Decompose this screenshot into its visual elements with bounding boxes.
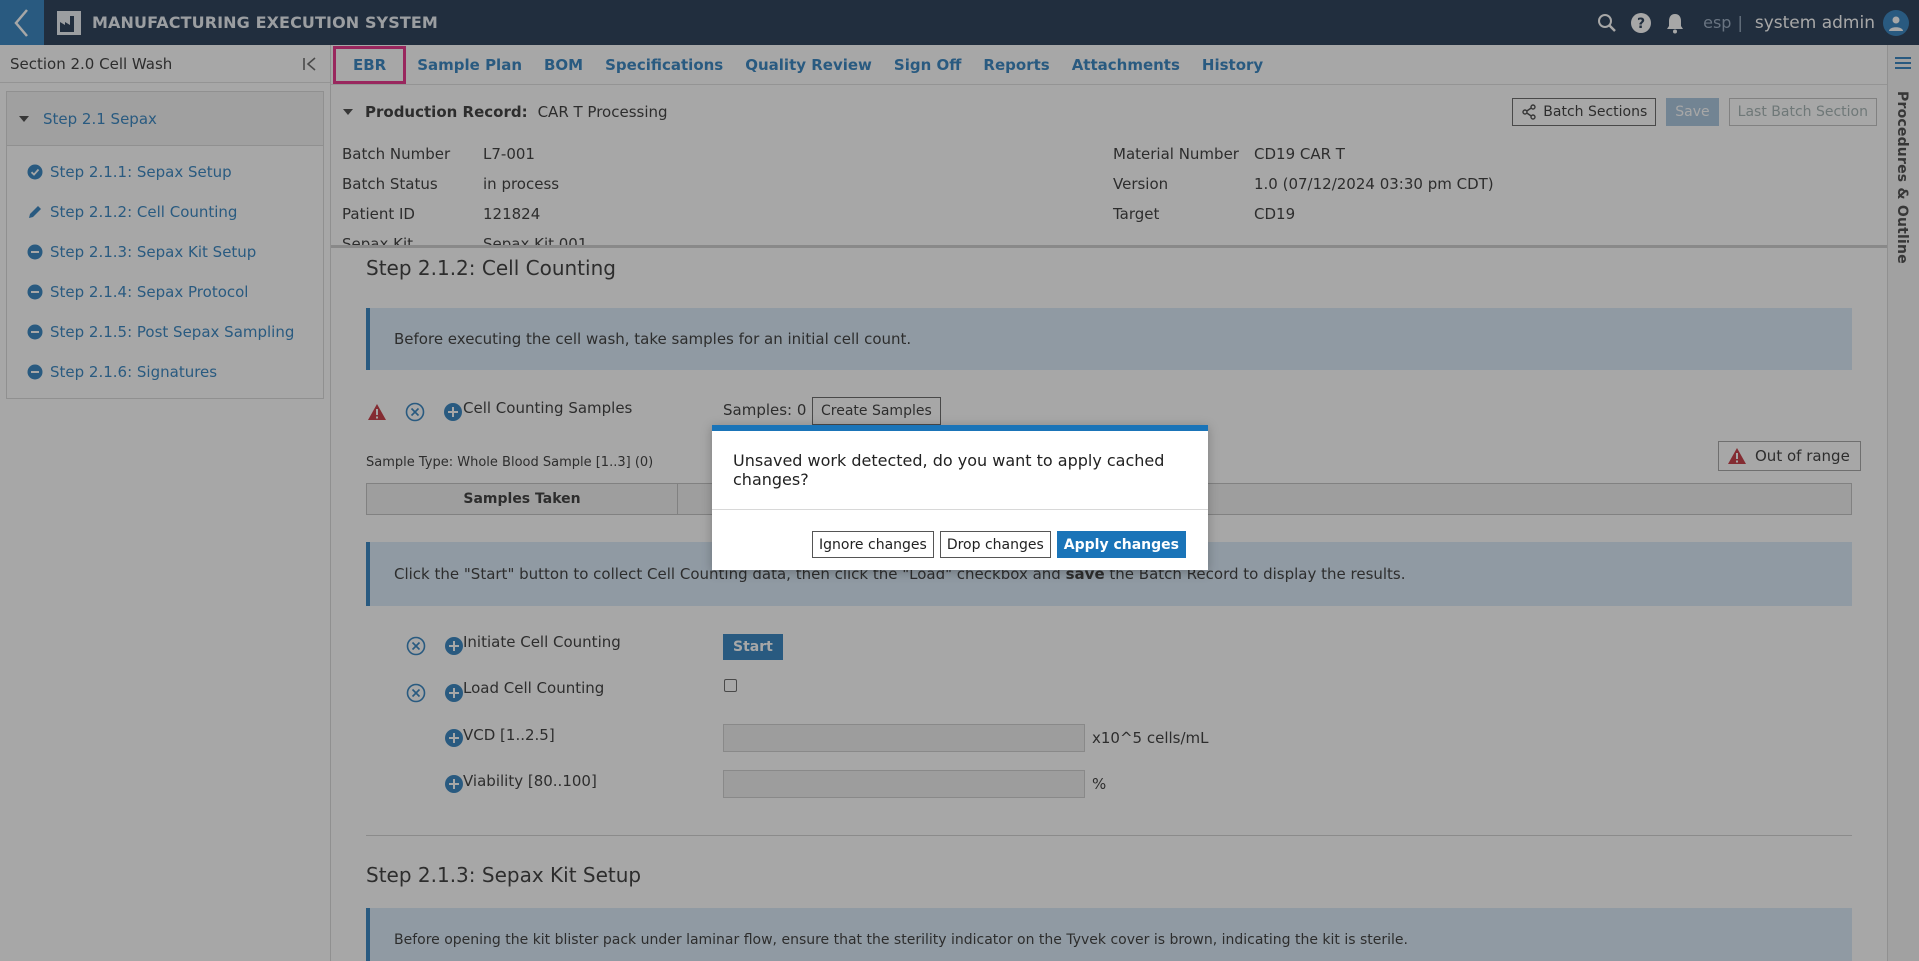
unsaved-work-dialog: Unsaved work detected, do you want to ap… (712, 425, 1208, 570)
dialog-message: Unsaved work detected, do you want to ap… (733, 451, 1165, 489)
dialog-divider (712, 509, 1208, 510)
drop-changes-button[interactable]: Drop changes (939, 531, 1051, 558)
ignore-changes-button[interactable]: Ignore changes (812, 531, 934, 558)
apply-changes-button[interactable]: Apply changes (1056, 531, 1186, 558)
